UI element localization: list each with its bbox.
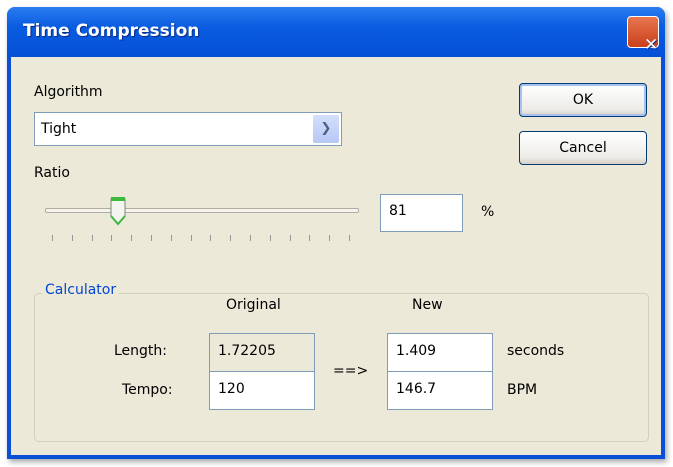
ratio-label: Ratio <box>34 165 70 181</box>
slider-tick <box>131 235 133 241</box>
bpm-unit: BPM <box>507 382 538 398</box>
slider-tick <box>151 235 152 241</box>
ratio-slider-thumb[interactable] <box>110 196 126 226</box>
original-tempo-input[interactable]: 120 <box>209 371 315 410</box>
new-header: New <box>412 297 443 313</box>
slider-tick <box>309 235 311 241</box>
slider-tick <box>71 235 73 241</box>
dialog-body: Algorithm Tight ❯ OK Cancel Ratio 81 % C… <box>11 57 661 455</box>
algorithm-value: Tight <box>41 121 77 137</box>
cancel-button[interactable]: Cancel <box>519 131 647 165</box>
length-label: Length: <box>114 343 168 359</box>
original-header: Original <box>226 297 281 313</box>
slider-tick <box>329 235 331 241</box>
slider-tick <box>230 235 232 241</box>
algorithm-label: Algorithm <box>34 84 103 100</box>
slider-tick <box>250 235 251 241</box>
slider-tick <box>289 235 291 241</box>
seconds-unit: seconds <box>507 343 565 359</box>
slider-tick <box>190 235 192 241</box>
calculator-legend: Calculator <box>42 282 120 298</box>
new-length-input[interactable]: 1.409 <box>387 333 493 372</box>
slider-tick <box>170 235 172 241</box>
close-button[interactable]: ✕ <box>627 16 659 55</box>
slider-tick <box>91 235 93 241</box>
ratio-slider-track[interactable] <box>45 208 359 213</box>
dialog-title: Time Compression <box>23 21 200 41</box>
arrow-label: ==> <box>333 363 369 379</box>
ok-button[interactable]: OK <box>519 83 647 117</box>
tempo-label: Tempo: <box>122 382 173 398</box>
slider-tick <box>269 235 271 241</box>
original-length-field: 1.72205 <box>209 333 315 372</box>
percent-unit: % <box>481 204 495 220</box>
slider-tick <box>52 235 53 241</box>
slider-tick <box>111 235 113 241</box>
algorithm-select[interactable]: Tight ❯ <box>34 112 342 146</box>
close-icon: ✕ <box>644 35 659 55</box>
time-compression-dialog: Time Compression ✕ Algorithm Tight ❯ OK … <box>7 7 665 459</box>
title-bar: Time Compression ✕ <box>7 7 665 57</box>
chevron-down-icon[interactable]: ❯ <box>313 115 339 143</box>
new-tempo-input[interactable]: 146.7 <box>387 371 493 410</box>
slider-tick <box>210 235 212 241</box>
slider-tick <box>349 235 350 241</box>
ratio-input[interactable]: 81 <box>380 194 463 232</box>
